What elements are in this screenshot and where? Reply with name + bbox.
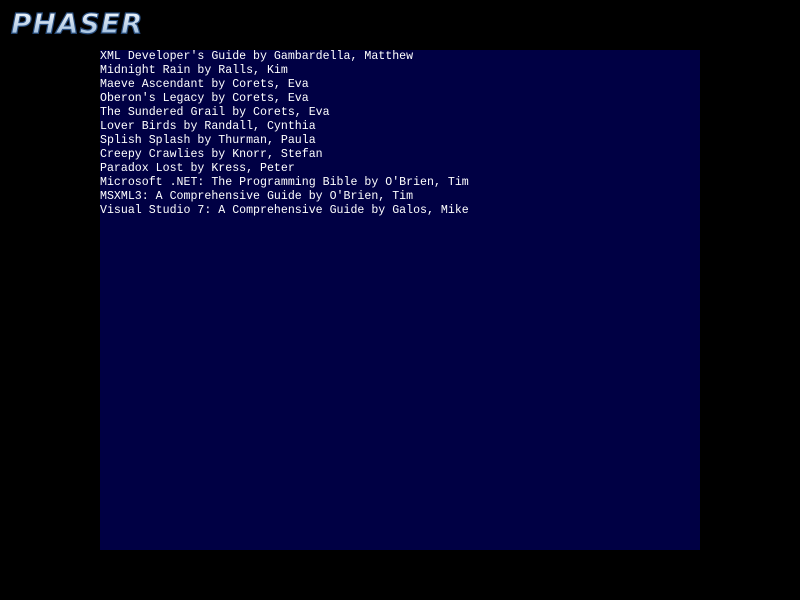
book-list-panel: XML Developer's Guide by Gambardella, Ma… [100,50,700,550]
phaser-logo: PHASER [10,6,143,40]
book-item: Creepy Crawlies by Knorr, Stefan [100,148,323,161]
book-item: Lover Birds by Randall, Cynthia [100,120,316,133]
book-item: Microsoft .NET: The Programming Bible by… [100,176,469,189]
book-item: Visual Studio 7: A Comprehensive Guide b… [100,204,469,217]
book-item: Midnight Rain by Ralls, Kim [100,64,288,77]
book-item: Splish Splash by Thurman, Paula [100,134,316,147]
book-item: Oberon's Legacy by Corets, Eva [100,92,309,105]
book-item: The Sundered Grail by Corets, Eva [100,106,330,119]
game-canvas: PHASER XML Developer's Guide by Gambarde… [0,0,800,600]
book-item: XML Developer's Guide by Gambardella, Ma… [100,50,414,63]
book-item: Maeve Ascendant by Corets, Eva [100,78,309,91]
logo-text: PHASER [11,7,143,40]
book-item: Paradox Lost by Kress, Peter [100,162,295,175]
book-list: XML Developer's Guide by Gambardella, Ma… [100,50,700,218]
book-item: MSXML3: A Comprehensive Guide by O'Brien… [100,190,414,203]
